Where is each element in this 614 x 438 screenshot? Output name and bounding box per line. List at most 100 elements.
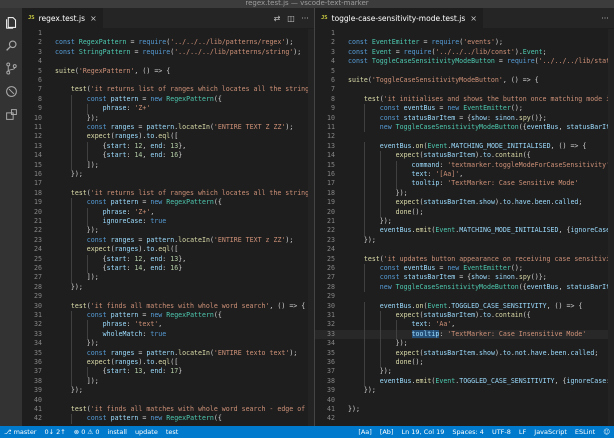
code-line[interactable]: 41}); [315,405,614,414]
code-line[interactable]: 24 [315,245,614,254]
code-line[interactable]: 2 const EventEmitter = require('events'); [315,38,614,47]
code-line[interactable]: 13 {start: 12, end: 13}, [22,141,314,152]
code-line[interactable]: 33 wholeMatch: true [22,329,314,340]
code-line[interactable]: 27 const statusBarItem = {show: sinon.sp… [315,273,614,283]
code-line[interactable]: 34 }); [315,339,614,349]
code-line[interactable]: 32 phrase: 'text', [22,320,314,330]
feedback-icon[interactable]: ☺ [603,428,610,436]
problems-indicator[interactable]: ⊗ 0 ⚠ 0 [74,428,100,436]
code-line[interactable]: 14 {start: 14, end: 16} [22,151,314,161]
code-line[interactable]: 39 }); [22,386,314,395]
code-line[interactable]: 25 {start: 12, end: 13}, [22,254,314,264]
code-line[interactable]: 28 new ToggleCaseSensitivityModeButton({… [315,282,614,293]
code-line[interactable]: 30 eventBus.on(Event.TOGGLED_CASE_SENSIT… [315,301,614,311]
code-line[interactable]: 21 ignoreCase: true [22,217,314,227]
cursor-position[interactable]: Ln 19, Col 19 [401,428,444,436]
code-line[interactable]: 9 phrase: 'Z+' [22,104,314,114]
code-line[interactable]: 31 expect(statusBarItem).to.contain({ [315,311,614,321]
code-line[interactable]: 37 {start: 13, end: 17} [22,367,314,377]
code-line[interactable]: 10 }); [22,113,314,123]
split-editor-icon[interactable]: ◫ [284,14,298,23]
task-install[interactable]: install [107,428,126,436]
code-line[interactable]: 1 [315,29,614,38]
code-line[interactable]: 2 const RegexPattern = require('../../../… [22,38,314,47]
code-line[interactable]: 33 tooltip: 'TextMarker: Case Insensitiv… [315,329,614,340]
code-line[interactable]: 28 }); [22,283,314,292]
code-line[interactable]: 30 test('it finds all matches with whole… [22,302,314,311]
eslint-status[interactable]: ESLint [575,428,595,436]
code-line[interactable]: 3 const StringPattern = require('../../..… [22,48,314,57]
code-editor[interactable]: 1 2 const EventEmitter = require('events')… [315,29,614,426]
code-line[interactable]: 41 test('it finds all matches with whole… [22,405,314,414]
code-line[interactable]: 7 [315,85,614,94]
code-line[interactable]: 38 ]); [22,376,314,387]
code-line[interactable]: 25 test('it updates button appearance on… [315,255,614,264]
code-line[interactable]: 26 {start: 14, end: 16} [22,264,314,274]
code-line[interactable]: 37 }); [315,367,614,377]
indentation[interactable]: Spaces: 4 [452,428,484,436]
code-line[interactable]: 16 text: '[Aa]', [315,170,614,180]
code-line[interactable]: 35 const ranges = pattern.locateIn('ENTI… [22,348,314,358]
code-line[interactable]: 35 expect(statusBarItem.show).to.not.hav… [315,348,614,358]
extensions-icon[interactable] [0,103,22,125]
code-line[interactable]: 18 test('it returns list of ranges which… [22,189,314,198]
close-icon[interactable]: × [470,14,477,23]
code-line[interactable]: 4 const ToggleCaseSensitivityModeButton =… [315,57,614,66]
sync-indicator[interactable]: 0↓ 2↑ [44,428,65,436]
code-line[interactable]: 34 }); [22,339,314,349]
code-line[interactable]: 3 const Event = require('../../../lib/con… [315,48,614,57]
files-icon[interactable] [0,11,22,33]
end-of-line[interactable]: LF [519,428,526,436]
code-line[interactable]: 40 [315,396,614,405]
code-line[interactable]: 22 }); [22,226,314,236]
code-line[interactable]: 42 [315,414,614,423]
code-line[interactable]: 22 eventBus.emit(Event.MATCHING_MODE_INI… [315,226,614,236]
code-line[interactable]: 9 const eventBus = new EventEmitter(); [315,104,614,114]
code-line[interactable]: 36 done(); [315,358,614,368]
code-line[interactable]: 36 expect(ranges).to.eql([ [22,358,314,368]
code-line[interactable]: 5 suite('RegexPattern', () => { [22,67,314,76]
code-line[interactable]: 32 text: 'Aa', [315,320,614,330]
code-line[interactable]: 42 const pattern = new RegexPattern({ [22,414,314,424]
code-line[interactable]: 16 }); [22,170,314,179]
code-line[interactable]: 19 expect(statusBarItem.show).to.have.be… [315,198,614,208]
code-line[interactable]: 23 }); [315,236,614,245]
more-actions-icon[interactable]: ··· [598,14,612,23]
code-line[interactable]: 5 [315,67,614,76]
code-line[interactable]: 17 tooltip: 'TextMarker: Case Sensitive … [315,179,614,189]
code-line[interactable]: 12 expect(ranges).to.eql([ [22,132,314,142]
code-line[interactable]: 6 [22,76,314,85]
code-line[interactable]: 31 const pattern = new RegexPattern({ [22,311,314,321]
source-control-icon[interactable] [0,57,22,79]
code-line[interactable]: 38 eventBus.emit(Event.TOGGLED_CASE_SENS… [315,376,614,387]
code-line[interactable]: 15 command: 'textmarker.toggleModeForCas… [315,160,614,170]
code-line[interactable]: 24 expect(ranges).to.eql([ [22,245,314,255]
task-test[interactable]: test [166,428,178,436]
code-line[interactable]: 8 test('it initialises and shows the but… [315,95,614,104]
language-mode[interactable]: JavaScript [534,428,567,436]
code-line[interactable]: 21 }); [315,217,614,227]
code-line[interactable]: 17 [22,179,314,188]
close-icon[interactable]: × [90,14,97,23]
code-line[interactable]: 8 const pattern = new RegexPattern({ [22,94,314,105]
code-line[interactable]: 19 const pattern = new RegexPattern({ [22,198,314,208]
code-line[interactable]: 23 const ranges = pattern.locateIn('ENTI… [22,235,314,246]
code-line[interactable]: 14 expect(statusBarItem).to.contain({ [315,151,614,161]
code-line[interactable]: 15 ]); [22,160,314,170]
code-line[interactable]: 11 const ranges = pattern.locateIn('ENTI… [22,123,314,133]
code-line[interactable]: 7 test('it returns list of ranges which … [22,85,314,94]
encoding[interactable]: UTF-8 [492,428,511,436]
code-line[interactable]: 12 [315,132,614,141]
code-line[interactable]: 26 const eventBus = new EventEmitter(); [315,264,614,274]
code-line[interactable]: 11 new ToggleCaseSensitivityModeButton({… [315,123,614,133]
code-line[interactable]: 29 [22,292,314,301]
code-line[interactable]: 1 [22,29,314,38]
code-line[interactable]: 27 ]); [22,273,314,283]
open-changes-icon[interactable]: ⇄ [270,14,284,23]
debug-icon[interactable] [0,80,22,102]
search-icon[interactable] [0,34,22,56]
code-editor[interactable]: 1 2 const RegexPattern = require('../../..… [22,29,314,426]
code-line[interactable]: 20 done(); [315,207,614,217]
code-line[interactable]: 40 [22,396,314,405]
tab-toggle-case-sensitivity-test[interactable]: JS toggle-case-sensitivity-mode.test.js … [315,8,483,28]
